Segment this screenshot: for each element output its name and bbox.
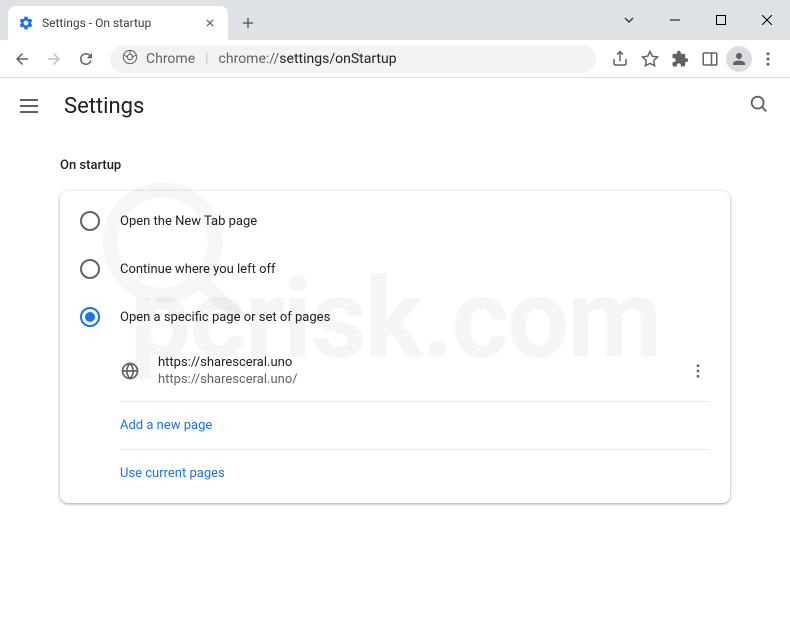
extensions-button[interactable] (666, 45, 694, 73)
back-button[interactable] (8, 45, 36, 73)
browser-tab[interactable]: Settings - On startup (8, 6, 228, 40)
section-title: On startup (60, 158, 730, 173)
radio-icon (80, 259, 100, 279)
use-current-link[interactable]: Use current pages (120, 466, 225, 481)
option-continue[interactable]: Continue where you left off (60, 245, 730, 293)
option-label: Continue where you left off (120, 262, 276, 277)
option-new-tab[interactable]: Open the New Tab page (60, 197, 730, 245)
tab-search-button[interactable] (606, 0, 652, 40)
address-bar[interactable]: Chrome | chrome://settings/onStartup (110, 45, 596, 73)
search-button[interactable] (748, 93, 770, 119)
chrome-icon (122, 49, 138, 69)
option-label: Open the New Tab page (120, 214, 257, 229)
reload-button[interactable] (72, 45, 100, 73)
menu-button[interactable] (754, 45, 782, 73)
startup-pages-list: https://sharesceral.uno https://sharesce… (120, 341, 710, 497)
share-button[interactable] (606, 45, 634, 73)
minimize-button[interactable] (652, 0, 698, 40)
startup-page-title: https://sharesceral.uno (158, 355, 686, 370)
hamburger-menu-button[interactable] (20, 94, 44, 118)
browser-toolbar: Chrome | chrome://settings/onStartup (0, 40, 790, 78)
window-titlebar: Settings - On startup (0, 0, 790, 40)
add-page-link[interactable]: Add a new page (120, 418, 212, 433)
use-current-row[interactable]: Use current pages (120, 450, 710, 497)
gear-icon (18, 15, 34, 31)
radio-icon (80, 307, 100, 327)
startup-page-url: https://sharesceral.uno/ (158, 372, 686, 387)
maximize-button[interactable] (698, 0, 744, 40)
settings-content: On startup Open the New Tab page Continu… (0, 134, 790, 527)
radio-icon (80, 211, 100, 231)
globe-icon (120, 361, 140, 381)
more-actions-button[interactable] (686, 359, 710, 383)
bookmark-button[interactable] (636, 45, 664, 73)
close-icon[interactable] (202, 15, 218, 31)
close-window-button[interactable] (744, 0, 790, 40)
side-panel-button[interactable] (696, 45, 724, 73)
window-controls (606, 0, 790, 40)
new-tab-button[interactable] (234, 9, 262, 37)
forward-button[interactable] (40, 45, 68, 73)
option-specific-pages[interactable]: Open a specific page or set of pages (60, 293, 730, 341)
page-title: Settings (64, 94, 144, 119)
option-label: Open a specific page or set of pages (120, 310, 330, 325)
address-text: Chrome | chrome://settings/onStartup (146, 51, 397, 67)
tab-title: Settings - On startup (42, 16, 202, 30)
add-page-row[interactable]: Add a new page (120, 402, 710, 450)
settings-header: Settings (0, 78, 790, 134)
profile-button[interactable] (726, 46, 752, 72)
startup-card: Open the New Tab page Continue where you… (60, 191, 730, 503)
startup-page-row: https://sharesceral.uno https://sharesce… (120, 341, 710, 402)
